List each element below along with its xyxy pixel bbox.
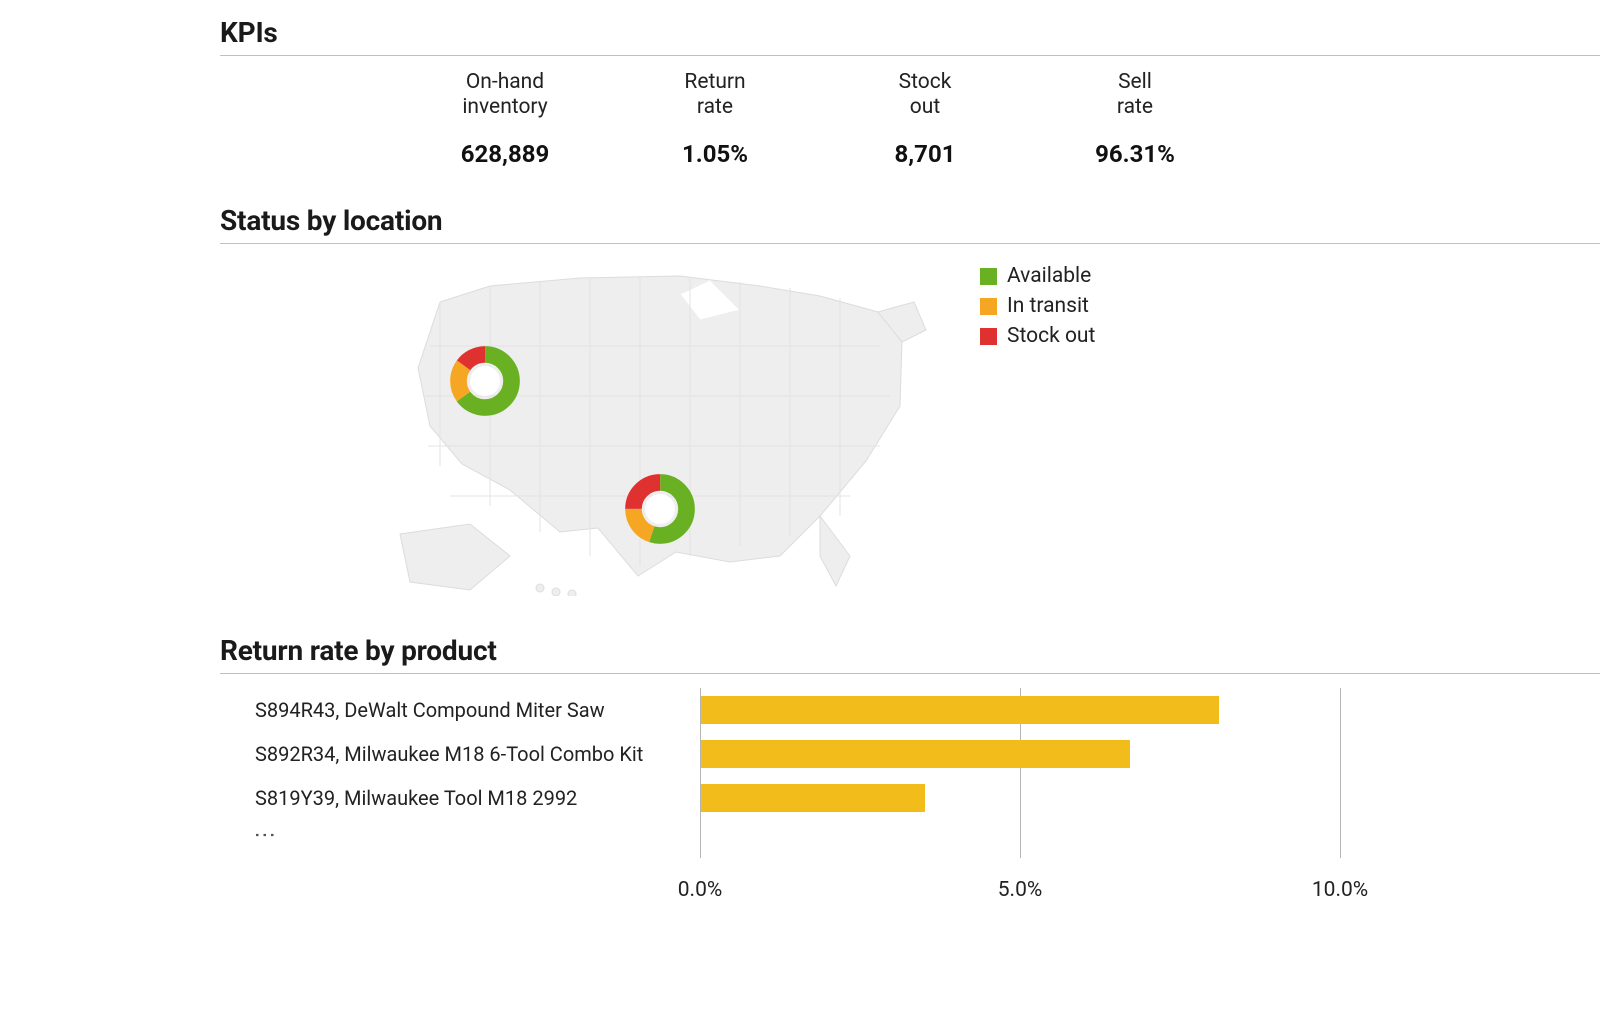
status-legend: Available In transit Stock out xyxy=(980,264,1095,354)
legend-swatch-in-transit xyxy=(980,298,997,315)
kpi-card: Return rate 1.05% xyxy=(655,70,775,168)
kpi-card: Sell rate 96.31% xyxy=(1075,70,1195,168)
legend-swatch-available xyxy=(980,268,997,285)
bar[interactable] xyxy=(701,740,1130,768)
us-map xyxy=(380,256,940,596)
kpi-value: 1.05% xyxy=(682,140,748,168)
kpi-value: 628,889 xyxy=(461,140,550,168)
bar-label: S892R34, Milwaukee M18 6-Tool Combo Kit xyxy=(255,732,700,776)
legend-item-stock-out: Stock out xyxy=(980,324,1095,348)
legend-label: Available xyxy=(1007,264,1091,288)
kpi-value: 96.31% xyxy=(1095,140,1175,168)
kpi-card: On-hand inventory 628,889 xyxy=(445,70,565,168)
axis-tick-label: 10.0% xyxy=(1312,878,1368,902)
legend-swatch-stock-out xyxy=(980,328,997,345)
return-bar-chart: 0.0%5.0%10.0% xyxy=(700,688,1360,888)
bar-label: S819Y39, Milwaukee Tool M18 2992 xyxy=(255,776,700,820)
kpi-label: Return rate xyxy=(684,70,745,120)
bar-category-labels: S894R43, DeWalt Compound Miter Saw S892R… xyxy=(220,688,700,888)
more-indicator-icon[interactable]: ⋮ xyxy=(255,820,268,842)
kpi-label: Sell rate xyxy=(1117,70,1153,120)
legend-label: In transit xyxy=(1007,294,1089,318)
kpis-heading: KPIs xyxy=(220,12,1600,56)
legend-item-in-transit: In transit xyxy=(980,294,1095,318)
status-heading: Status by location xyxy=(220,200,1600,244)
kpi-value: 8,701 xyxy=(895,140,956,168)
bar[interactable] xyxy=(701,696,1219,724)
axis-tick-label: 0.0% xyxy=(678,878,723,902)
kpi-card: Stock out 8,701 xyxy=(865,70,985,168)
kpi-row: On-hand inventory 628,889 Return rate 1.… xyxy=(220,56,1600,200)
kpi-label: Stock out xyxy=(899,70,952,120)
axis-tick-label: 5.0% xyxy=(998,878,1043,902)
kpi-label: On-hand inventory xyxy=(462,70,547,120)
legend-item-available: Available xyxy=(980,264,1095,288)
us-map-svg xyxy=(380,256,940,596)
gridline xyxy=(1340,688,1341,858)
legend-label: Stock out xyxy=(1007,324,1095,348)
donut-nevada[interactable] xyxy=(450,346,520,416)
donut-texas[interactable] xyxy=(625,474,695,544)
return-heading: Return rate by product xyxy=(220,630,1600,674)
bar[interactable] xyxy=(701,784,925,812)
status-map-panel: Available In transit Stock out xyxy=(220,256,1600,606)
bar-label: S894R43, DeWalt Compound Miter Saw xyxy=(255,688,700,732)
